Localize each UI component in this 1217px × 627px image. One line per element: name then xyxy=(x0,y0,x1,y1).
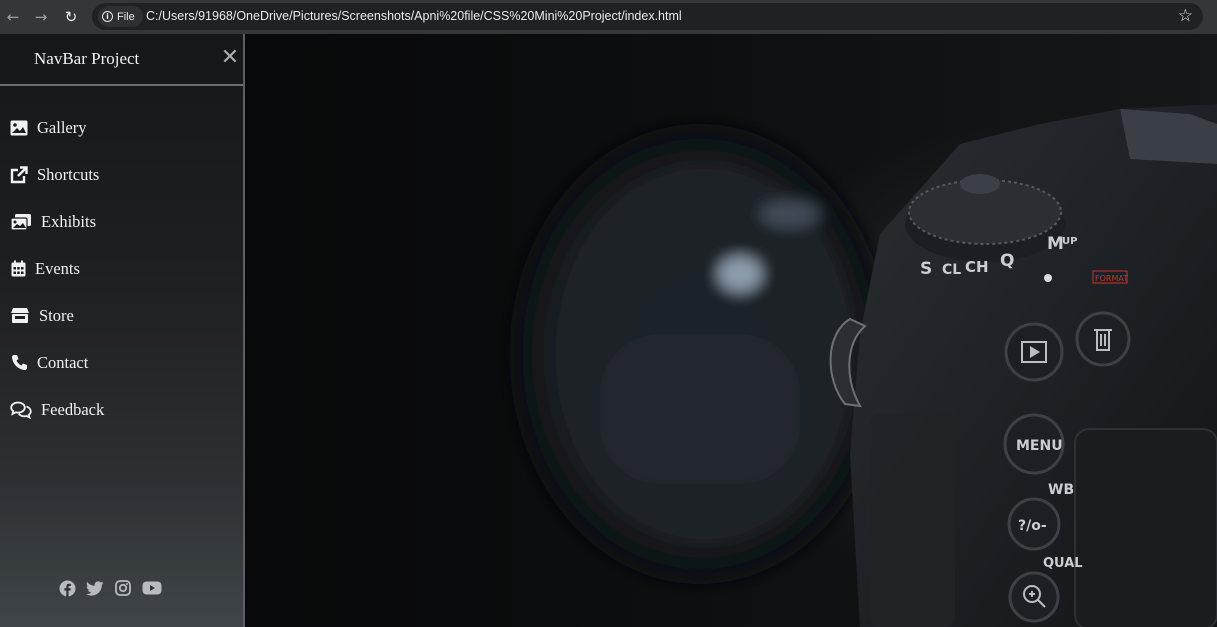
images-icon xyxy=(9,212,33,232)
sidebar-item-exhibits[interactable]: Exhibits xyxy=(0,198,243,245)
sidebar-item-label: Feedback xyxy=(41,399,105,419)
brand-title: NavBar Project xyxy=(34,49,140,68)
sidebar-item-label: Events xyxy=(35,258,80,278)
arrow-right-icon: → xyxy=(34,8,48,26)
sidebar-nav: NavBar Project ✕ Gallery Shortcuts Exhib… xyxy=(0,34,245,627)
site-chip-label: File xyxy=(117,10,135,23)
sidebar-item-label: Store xyxy=(39,305,74,325)
sidebar-item-events[interactable]: Events xyxy=(0,245,243,292)
social-links xyxy=(58,579,162,597)
sidebar-item-label: Exhibits xyxy=(41,211,97,231)
back-button[interactable]: ← xyxy=(2,6,24,28)
site-info-chip[interactable]: i File xyxy=(98,6,143,27)
store-icon xyxy=(9,306,31,326)
dial-label: Q xyxy=(1000,251,1014,271)
wb-label: WB xyxy=(1048,482,1074,498)
sidebar-item-gallery[interactable]: Gallery xyxy=(0,104,243,151)
url-text[interactable]: C:/Users/91968/OneDrive/Pictures/Screens… xyxy=(146,9,682,23)
sidebar-item-feedback[interactable]: Feedback xyxy=(0,386,243,433)
menu-label: MENU xyxy=(1016,438,1063,454)
dial-label: CL xyxy=(942,262,961,278)
dial-label: CH xyxy=(965,258,989,276)
address-bar[interactable]: i File C:/Users/91968/OneDrive/Pictures/… xyxy=(92,3,1203,30)
sidebar-header: NavBar Project ✕ xyxy=(0,34,243,86)
dial-label: UP xyxy=(1062,236,1077,247)
external-link-icon xyxy=(9,165,29,185)
sidebar-item-contact[interactable]: Contact xyxy=(0,339,243,386)
sidebar-item-shortcuts[interactable]: Shortcuts xyxy=(0,151,243,198)
comments-icon xyxy=(9,400,33,420)
sidebar-item-label: Contact xyxy=(37,352,89,372)
bookmark-star-icon[interactable]: ☆ xyxy=(1178,6,1193,26)
reload-button[interactable]: ↻ xyxy=(60,6,82,28)
format-label: FORMAT xyxy=(1095,274,1128,283)
reload-icon: ↻ xyxy=(64,8,78,26)
instagram-icon[interactable] xyxy=(114,579,132,597)
sidebar-item-store[interactable]: Store xyxy=(0,292,243,339)
sidebar-menu: Gallery Shortcuts Exhibits Events Store … xyxy=(0,104,243,433)
info-icon: i xyxy=(102,11,113,22)
image-icon xyxy=(9,118,29,138)
dial-label: S xyxy=(920,259,932,279)
forward-button[interactable]: → xyxy=(30,6,52,28)
protect-label: ?/o- xyxy=(1018,518,1047,534)
arrow-left-icon: ← xyxy=(6,8,20,26)
sidebar-item-label: Shortcuts xyxy=(37,164,100,184)
browser-toolbar: ← → ↻ i File C:/Users/91968/OneDrive/Pic… xyxy=(0,0,1217,34)
calendar-icon xyxy=(9,259,27,279)
facebook-icon[interactable] xyxy=(58,579,76,597)
phone-icon xyxy=(9,353,29,373)
qual-label: QUAL xyxy=(1043,556,1083,571)
page-viewport: S CL CH Q M UP FORMAT MENU WB ?/o- QUAL … xyxy=(0,34,1217,627)
youtube-icon[interactable] xyxy=(142,579,162,597)
sidebar-item-label: Gallery xyxy=(37,117,87,137)
close-icon[interactable]: ✕ xyxy=(219,47,241,69)
twitter-icon[interactable] xyxy=(86,579,104,597)
camera-body: S CL CH Q M UP FORMAT MENU WB ?/o- QUAL xyxy=(829,104,1217,627)
